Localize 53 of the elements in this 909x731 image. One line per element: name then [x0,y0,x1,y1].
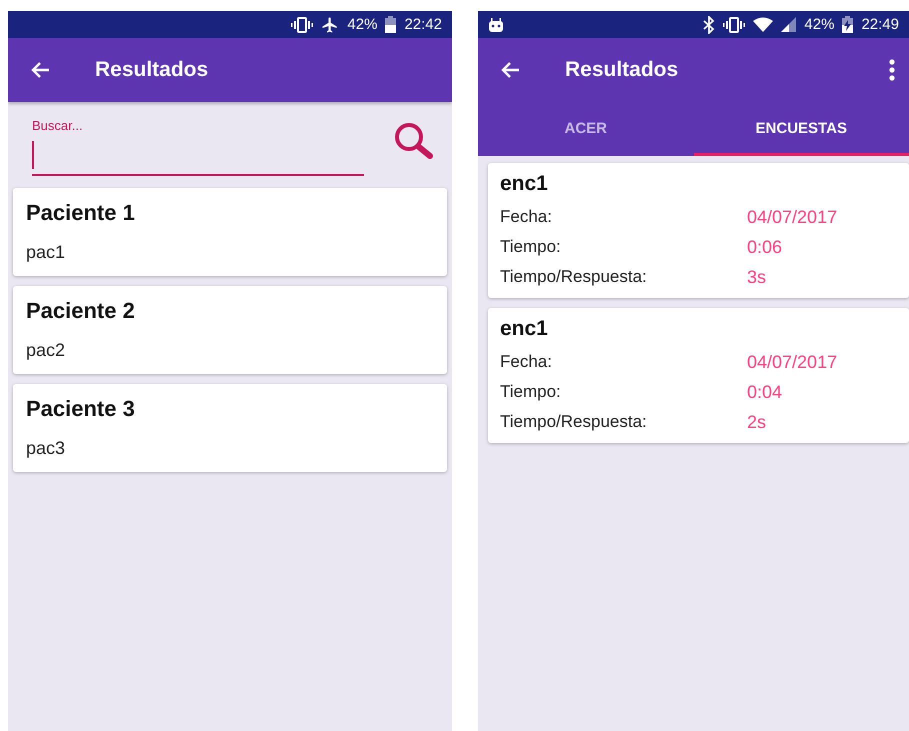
patient-card[interactable]: Paciente 3 pac3 [13,384,447,472]
battery-percent: 42% [347,16,378,33]
field-value: 0:06 [747,236,782,258]
back-arrow-icon [30,61,50,79]
app-title: Resultados [95,58,208,82]
app-title: Resultados [565,58,678,82]
text-cursor [32,141,34,169]
search-icon [394,122,434,162]
survey-title: enc1 [500,172,549,196]
clock-time: 22:42 [404,16,442,33]
survey-card[interactable]: enc1 Fecha: 04/07/2017 Tiempo: 0:04 Tiempo/Respuesta: 2s [488,308,909,443]
back-button[interactable] [500,61,520,79]
vibrate-icon [723,16,746,32]
patient-card[interactable]: Paciente 1 pac1 [13,188,447,276]
search-placeholder: Buscar... [32,118,84,133]
patient-code: pac3 [26,438,66,459]
search-button[interactable] [394,122,434,162]
patient-code: pac1 [26,242,66,263]
field-value: 04/07/2017 [747,206,838,228]
more-button[interactable] [889,59,895,81]
battery-charging-icon [842,16,854,33]
signal-icon [781,17,796,32]
field-label: Fecha: [500,352,553,372]
back-arrow-icon [500,61,520,79]
wifi-icon [753,17,774,32]
vibrate-icon [291,16,314,32]
more-icon [889,59,895,81]
tab[interactable]: ENCUESTAS [694,102,909,156]
survey-title: enc1 [500,317,549,341]
search-field[interactable]: Buscar... [32,118,364,176]
airplane-icon [321,16,340,34]
android-icon [488,18,504,32]
battery-percent: 42% [804,16,834,33]
field-value: 04/07/2017 [747,352,838,372]
patient-name: Paciente 2 [26,298,136,324]
patient-name: Paciente 3 [26,396,136,422]
tab[interactable]: ACER [478,102,694,156]
patient-card[interactable]: Paciente 2 pac2 [13,286,447,374]
field-value: 3s [747,266,766,288]
patient-name: Paciente 1 [26,200,136,226]
field-label: Tiempo: [500,382,562,402]
battery-icon [385,16,396,33]
back-button[interactable] [30,61,50,79]
field-value: 2s [747,412,766,432]
bluetooth-icon [703,16,716,34]
field-label: Tiempo/Respuesta: [500,267,648,287]
patient-code: pac2 [26,340,66,361]
field-label: Tiempo: [500,237,562,257]
clock-time: 22:49 [861,16,899,33]
survey-card[interactable]: enc1 Fecha: 04/07/2017 Tiempo: 0:06 Tiempo/Respuesta: 3s [488,163,909,298]
field-label: Fecha: [500,207,553,227]
field-value: 0:04 [747,382,782,402]
field-label: Tiempo/Respuesta: [500,412,648,432]
